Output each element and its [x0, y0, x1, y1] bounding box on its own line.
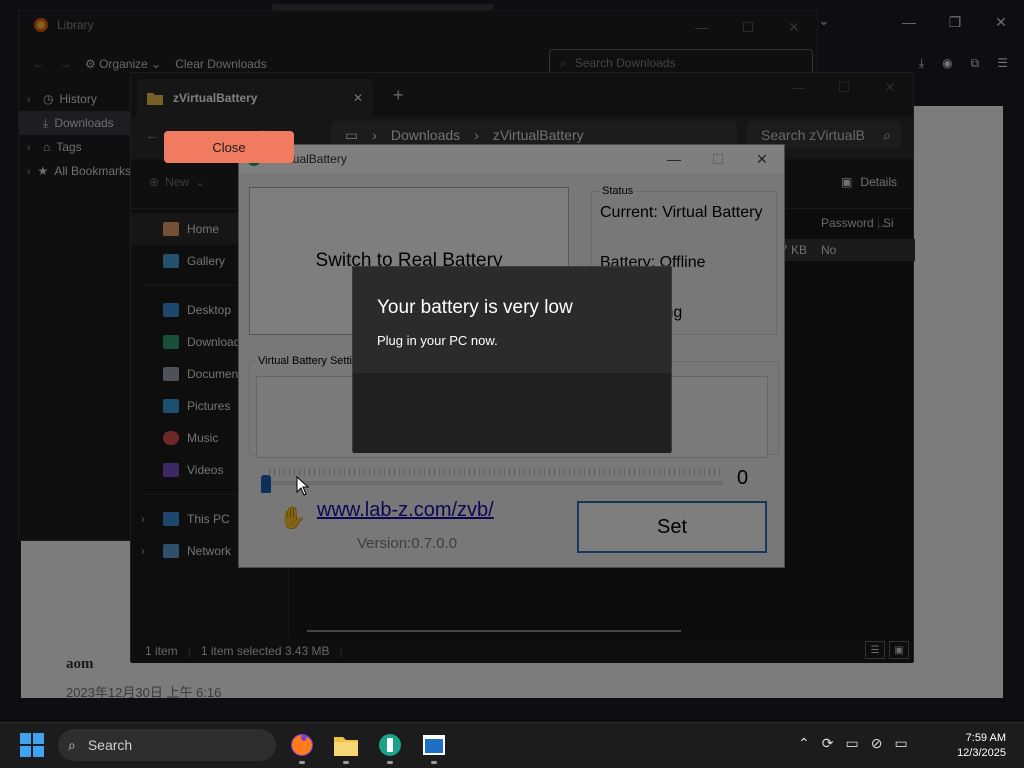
dialog-close-button[interactable]: Close: [164, 131, 294, 163]
taskbar-file-explorer[interactable]: [330, 729, 362, 764]
display-icon[interactable]: ▭: [845, 735, 858, 752]
window-app-icon: [423, 735, 445, 755]
taskbar-app-window[interactable]: [418, 729, 450, 764]
start-button[interactable]: [20, 733, 44, 760]
taskbar-search[interactable]: ⌕ Search: [58, 729, 276, 761]
sync-alert-icon[interactable]: ⟳: [822, 735, 834, 752]
taskbar-search-label: Search: [87, 737, 133, 753]
taskbar-clock[interactable]: 7:59 AM 12/3/2025: [948, 731, 1006, 761]
dialog-message: Plug in your PC now.: [377, 333, 498, 348]
search-icon: ⌕: [68, 736, 76, 753]
battery-app-icon: [379, 734, 401, 756]
taskbar: ⌕ Search ⌃ ⟳ ▭ ⊘ ▭ 7:59 AM 12/3/2025: [0, 722, 1024, 768]
folder-icon: [334, 737, 358, 756]
taskbar-zvirtualbattery[interactable]: [374, 729, 406, 764]
taskbar-firefox[interactable]: [286, 729, 318, 764]
low-battery-dialog: Your battery is very low Plug in your PC…: [352, 266, 672, 453]
network-muted-icon[interactable]: ⊘: [871, 735, 883, 752]
clock-date: 12/3/2025: [957, 747, 1006, 759]
dialog-title: Your battery is very low: [377, 297, 573, 318]
battery-icon[interactable]: ▭: [894, 735, 907, 752]
clock-time: 7:59 AM: [965, 732, 1006, 744]
system-tray: ⌃ ⟳ ▭ ⊘ ▭: [798, 735, 908, 752]
taskbar-apps: [286, 729, 450, 764]
firefox-icon: [291, 734, 313, 756]
windows-logo-icon: [20, 733, 44, 757]
dialog-footer: [353, 373, 671, 453]
chevron-up-icon[interactable]: ⌃: [798, 735, 810, 752]
mouse-cursor-icon: [296, 475, 310, 499]
